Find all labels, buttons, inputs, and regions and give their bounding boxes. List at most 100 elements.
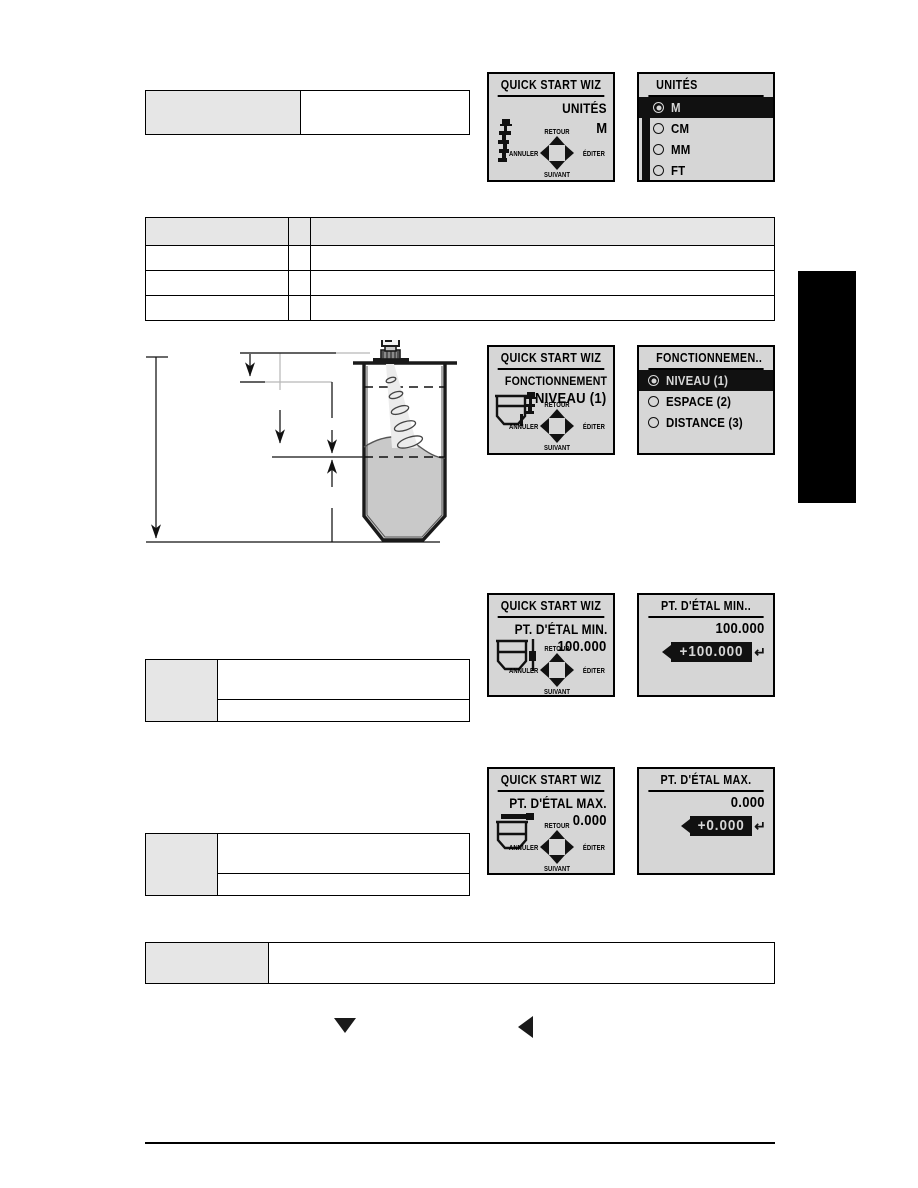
table-cell-desc [310,295,775,321]
table-cell-label [145,942,269,984]
decrement-arrow-icon[interactable] [680,819,690,833]
option-list: M CM MM FT [639,97,773,181]
nav-label-down: SUIVANT [543,170,571,179]
lcd-body: PT. D'ÉTAL MAX. 0.000 RETOUR ANNULER ÉDI… [489,792,613,873]
table-cell-label [145,90,301,135]
nav-diamond-icon [540,830,574,864]
table-cell-value [300,90,470,135]
radio-icon [653,123,664,134]
table-cell-note [217,699,470,722]
list-item-label: FT [671,163,686,178]
left-arrow-glyph [518,1016,533,1038]
list-item[interactable]: NIVEAU (1) [639,370,773,391]
table-units [145,90,470,135]
table-row [145,90,470,135]
edit-value-text: +100.000 [679,643,744,660]
value-edit-field[interactable]: +100.000 [671,642,753,662]
table-span-max [145,833,470,896]
display-value: 100.000 [715,621,765,637]
radio-icon [648,417,659,428]
lcd-body: M CM MM FT [639,97,773,180]
param-name: UNITÉS [562,101,607,116]
lcd-title: QUICK START WIZ [497,347,605,370]
down-arrow-glyph [334,1018,356,1033]
nav-label-right: ÉDITER [582,666,605,675]
nav-label-right: ÉDITER [582,422,605,431]
table-cell-note [217,873,470,896]
nav-label-left: ANNULER [509,843,539,852]
param-name: FONCTIONNEMENT [504,374,607,388]
table-note [145,942,775,984]
radar-level-transmitter [373,340,409,364]
param-name: PT. D'ÉTAL MIN. [514,622,607,637]
list-item[interactable]: ESPACE (2) [639,391,773,412]
table-header-cell-desc [310,217,775,246]
lcd-wizard-operation: QUICK START WIZ FONCTIONNEMENT NIVEAU (1… [487,345,615,455]
lcd-body: PT. D'ÉTAL MIN. 100.000 RETOUR ANNULER É… [489,618,613,696]
param-name: PT. D'ÉTAL MAX. [509,796,607,811]
lcd-body: FONCTIONNEMENT NIVEAU (1) RETOUR ANNULER… [489,370,613,453]
table-cell-index [288,295,311,321]
list-item[interactable]: DISTANCE (3) [639,412,773,433]
table-cell-label [145,659,218,722]
value-edit-field[interactable]: +0.000 [689,816,753,836]
nav-label-left: ANNULER [509,149,539,158]
table-row [145,270,775,296]
nav-cluster: RETOUR ANNULER ÉDITER SUIVANT [509,127,605,179]
lcd-list-operation: FONCTIONNEMEN.. NIVEAU (1) ESPACE (2) DI… [637,345,775,455]
table-header-cell-name [145,217,289,246]
lcd-title: UNITÉS [648,74,764,97]
list-item-label: ESPACE (2) [666,394,732,409]
display-value: 0.000 [730,795,765,811]
edit-value-text: +0.000 [697,817,745,834]
table-row [145,833,470,896]
lcd-title: FONCTIONNEMEN.. [648,347,764,370]
lcd-body: NIVEAU (1) ESPACE (2) DISTANCE (3) [639,370,773,453]
radio-icon [653,144,664,155]
table-cell-value [217,659,470,700]
table-row [145,659,470,722]
nav-label-left: ANNULER [509,422,539,431]
nav-diamond-icon [540,409,574,443]
list-item-label: M [671,100,681,115]
nav-diamond-icon [540,653,574,687]
lcd-wizard-span-min: QUICK START WIZ PT. D'ÉTAL MIN. 100.000 … [487,593,615,697]
table-row [145,942,775,984]
page-edge-tab [798,271,856,503]
list-item-label: DISTANCE (3) [666,415,743,430]
nav-label-down: SUIVANT [543,687,571,696]
table-row [145,245,775,271]
table-cell-desc [310,270,775,296]
table-cell-name [145,270,289,296]
lcd-title: QUICK START WIZ [497,74,605,97]
nav-cluster: RETOUR ANNULER ÉDITER SUIVANT [509,400,605,452]
lcd-wizard-span-max: QUICK START WIZ PT. D'ÉTAL MAX. 0.000 RE… [487,767,615,875]
table-span-min [145,659,470,722]
lcd-wizard-units: QUICK START WIZ UNITÉS M RETOUR ANNULER … [487,72,615,182]
list-item-label: MM [671,142,691,157]
table-header-cell-index [288,217,311,246]
list-item-label: CM [671,121,690,136]
radio-icon [653,102,664,113]
radio-icon [648,396,659,407]
enter-arrow-icon[interactable]: ↵ [754,645,766,659]
list-item[interactable]: MM [639,139,773,160]
enter-arrow-icon[interactable]: ↵ [754,819,766,833]
manual-page: QUICK START WIZ UNITÉS M RETOUR ANNULER … [0,0,918,1188]
value-edit-row[interactable]: +100.000 ↵ [662,642,766,662]
list-item[interactable]: CM [639,118,773,139]
list-item[interactable]: M [639,97,773,118]
nav-label-left: ANNULER [509,666,539,675]
table-row [145,295,775,321]
value-edit-row[interactable]: +0.000 ↵ [680,816,766,836]
decrement-arrow-icon[interactable] [662,645,672,659]
lcd-body: UNITÉS M RETOUR ANNULER ÉDITER SUIVANT [489,97,613,180]
lcd-editor-span-min: PT. D'ÉTAL MIN.. 100.000 +100.000 ↵ [637,593,775,697]
nav-cluster: RETOUR ANNULER ÉDITER SUIVANT [509,821,605,873]
list-item[interactable]: FT [639,160,773,181]
lcd-body: 0.000 +0.000 ↵ [639,792,773,873]
table-cell-desc [310,245,775,271]
table-cell-text [268,942,775,984]
table-cell-index [288,270,311,296]
footer-rule [145,1142,775,1145]
